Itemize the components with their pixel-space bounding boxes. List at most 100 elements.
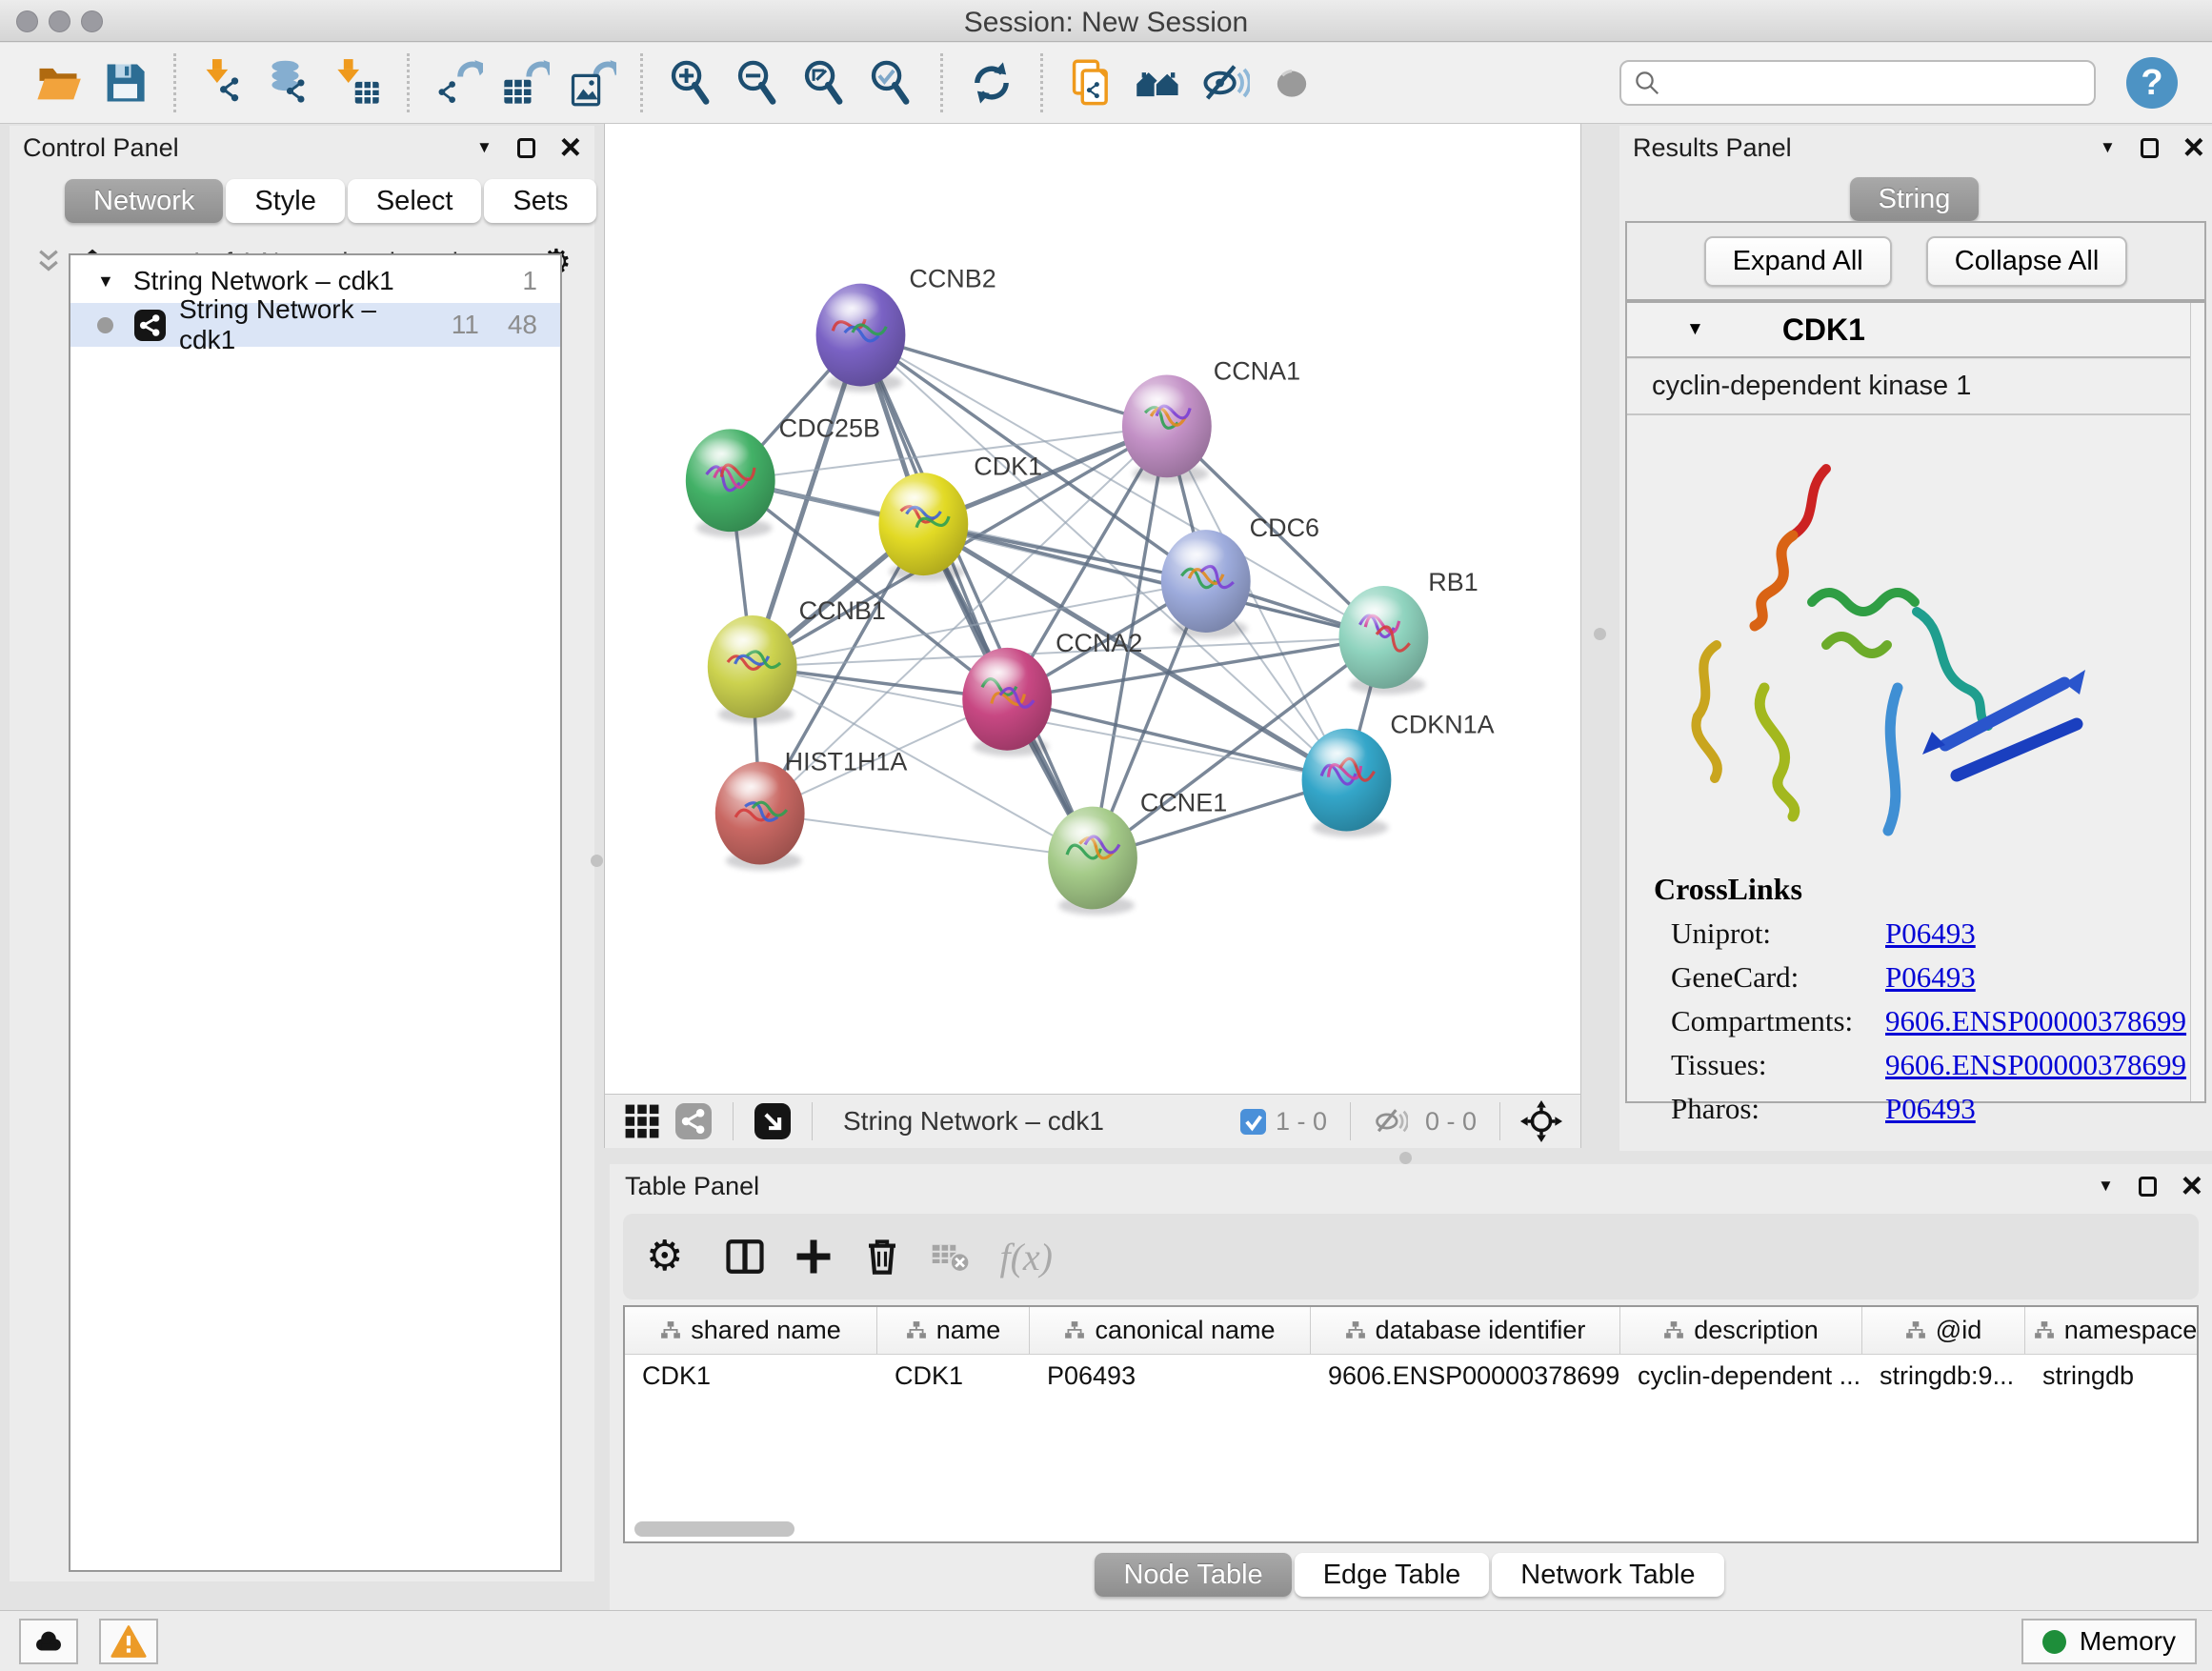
selected-checkbox-icon[interactable] [1240, 1109, 1266, 1135]
tab-network[interactable]: Network [65, 179, 223, 223]
network-node-CCNE1[interactable] [1048, 807, 1137, 910]
tab-network-table[interactable]: Network Table [1492, 1553, 1723, 1597]
table-cell[interactable]: P06493 [1030, 1355, 1311, 1399]
column-header-canonical-name[interactable]: canonical name [1030, 1307, 1311, 1354]
crosslink-link[interactable]: P06493 [1885, 960, 1976, 995]
panel-float-icon[interactable] [517, 138, 535, 158]
zoom-selected-icon[interactable] [867, 58, 916, 108]
collection-expand-icon[interactable]: ▼ [97, 272, 114, 292]
tab-node-table[interactable]: Node Table [1095, 1553, 1291, 1597]
network-edge[interactable] [860, 335, 1093, 858]
table-cell[interactable]: CDK1 [877, 1355, 1030, 1399]
clone-network-icon[interactable] [1067, 58, 1116, 108]
collapse-all-button[interactable]: Collapse All [1926, 236, 2128, 287]
import-network-database-icon[interactable] [267, 58, 316, 108]
export-table-icon[interactable] [500, 58, 550, 108]
crosslink-link[interactable]: P06493 [1885, 1092, 1976, 1126]
network-row[interactable]: String Network – cdk1 11 48 [70, 303, 560, 347]
memory-button[interactable]: Memory [2021, 1619, 2197, 1664]
export-network-icon[interactable] [433, 58, 483, 108]
refresh-layout-icon[interactable] [967, 58, 1016, 108]
tab-string[interactable]: String [1850, 177, 1980, 221]
network-node-HIST1H1A[interactable] [715, 762, 805, 865]
add-column-icon[interactable] [794, 1237, 834, 1277]
search-input[interactable] [1669, 69, 2082, 98]
show-panel-icon[interactable] [1267, 58, 1317, 108]
panel-menu-icon[interactable]: ▼ [2100, 138, 2116, 157]
panel-close-icon[interactable]: × [560, 138, 581, 157]
hide-panel-icon[interactable] [1200, 58, 1250, 108]
left-splitter-handle[interactable] [591, 855, 603, 867]
network-node-CDK1[interactable] [878, 473, 968, 575]
network-graph[interactable]: CCNB2CCNA1CDC25BCDK1CDC6RB1CCNB1CCNA2CDK… [605, 124, 1580, 1094]
cloud-status-button[interactable] [19, 1619, 78, 1664]
table-cell[interactable]: cyclin-dependent ... [1620, 1355, 1862, 1399]
table-hscrollbar[interactable] [623, 1519, 2199, 1541]
collapse-all-networks-icon[interactable] [34, 248, 63, 276]
column-header-database-identifier[interactable]: database identifier [1311, 1307, 1620, 1354]
network-edge[interactable] [760, 814, 1093, 858]
panel-menu-icon[interactable]: ▼ [2098, 1177, 2114, 1196]
table-cell[interactable]: stringdb:9... [1862, 1355, 2025, 1399]
detach-view-icon[interactable] [754, 1103, 791, 1139]
zoom-fit-icon[interactable] [800, 58, 850, 108]
export-image-icon[interactable] [567, 58, 616, 108]
gene-section-header[interactable]: ▼ CDK1 [1627, 303, 2204, 358]
warning-status-button[interactable] [99, 1619, 158, 1664]
column-header--id[interactable]: @id [1862, 1307, 2025, 1354]
search-box[interactable] [1619, 60, 2096, 106]
expand-all-button[interactable]: Expand All [1704, 236, 1892, 287]
column-header-name[interactable]: name [877, 1307, 1030, 1354]
bottom-splitter-handle[interactable] [1399, 1152, 1412, 1164]
table-row[interactable]: CDK1CDK1P064939606.ENSP00000378699cyclin… [625, 1355, 2197, 1399]
network-edge[interactable] [860, 335, 1166, 427]
zoom-in-icon[interactable] [667, 58, 716, 108]
tab-sets[interactable]: Sets [484, 179, 596, 223]
network-edge[interactable] [1007, 699, 1346, 780]
network-node-RB1[interactable] [1338, 586, 1428, 689]
network-node-CCNA1[interactable] [1122, 374, 1212, 477]
column-header-namespace[interactable]: namespace [2025, 1307, 2199, 1354]
gene-expand-icon[interactable]: ▼ [1686, 319, 1704, 340]
show-columns-icon[interactable] [725, 1237, 765, 1277]
open-session-icon[interactable] [33, 58, 83, 108]
scrollbar-thumb[interactable] [634, 1521, 794, 1537]
column-header-shared-name[interactable]: shared name [625, 1307, 877, 1354]
network-view-icon[interactable] [675, 1103, 712, 1139]
grid-view-icon[interactable] [624, 1103, 660, 1139]
network-canvas[interactable]: CCNB2CCNA1CDC25BCDK1CDC6RB1CCNB1CCNA2CDK… [604, 124, 1581, 1094]
string-home-icon[interactable] [1134, 58, 1183, 108]
panel-float-icon[interactable] [2141, 138, 2159, 158]
zoom-out-icon[interactable] [734, 58, 783, 108]
network-node-CDC25B[interactable] [686, 429, 775, 532]
panel-close-icon[interactable]: × [2182, 1177, 2202, 1196]
crosslink-link[interactable]: P06493 [1885, 916, 1976, 951]
table-cell[interactable]: stringdb [2025, 1355, 2199, 1399]
network-node-CDC6[interactable] [1161, 530, 1251, 633]
panel-close-icon[interactable]: × [2183, 138, 2204, 157]
delete-column-icon[interactable] [862, 1237, 902, 1277]
node-table[interactable]: shared namenamecanonical namedatabase id… [623, 1305, 2199, 1543]
right-splitter-handle[interactable] [1594, 628, 1606, 640]
table-options-gear-icon[interactable]: ⚙ [646, 1239, 683, 1274]
import-table-icon[interactable] [333, 58, 383, 108]
save-session-icon[interactable] [100, 58, 150, 108]
birds-eye-view-icon[interactable] [1519, 1099, 1563, 1143]
network-node-CCNA2[interactable] [962, 648, 1052, 751]
table-cell[interactable]: CDK1 [625, 1355, 877, 1399]
help-button[interactable]: ? [2126, 57, 2178, 109]
network-node-CDKN1A[interactable] [1302, 729, 1392, 832]
crosslink-link[interactable]: 9606.ENSP00000378699 [1885, 1004, 2186, 1038]
panel-float-icon[interactable] [2139, 1177, 2157, 1197]
table-cell[interactable]: 9606.ENSP00000378699 [1311, 1355, 1620, 1399]
column-header-description[interactable]: description [1620, 1307, 1862, 1354]
tab-style[interactable]: Style [226, 179, 344, 223]
network-node-CCNB2[interactable] [816, 284, 906, 387]
tab-select[interactable]: Select [348, 179, 482, 223]
panel-menu-icon[interactable]: ▼ [476, 138, 493, 157]
network-node-CCNB1[interactable] [708, 615, 797, 718]
results-scrollbar[interactable] [2190, 303, 2204, 1101]
tab-edge-table[interactable]: Edge Table [1295, 1553, 1490, 1597]
crosslink-link[interactable]: 9606.ENSP00000378699 [1885, 1048, 2186, 1082]
import-network-icon[interactable] [200, 58, 250, 108]
